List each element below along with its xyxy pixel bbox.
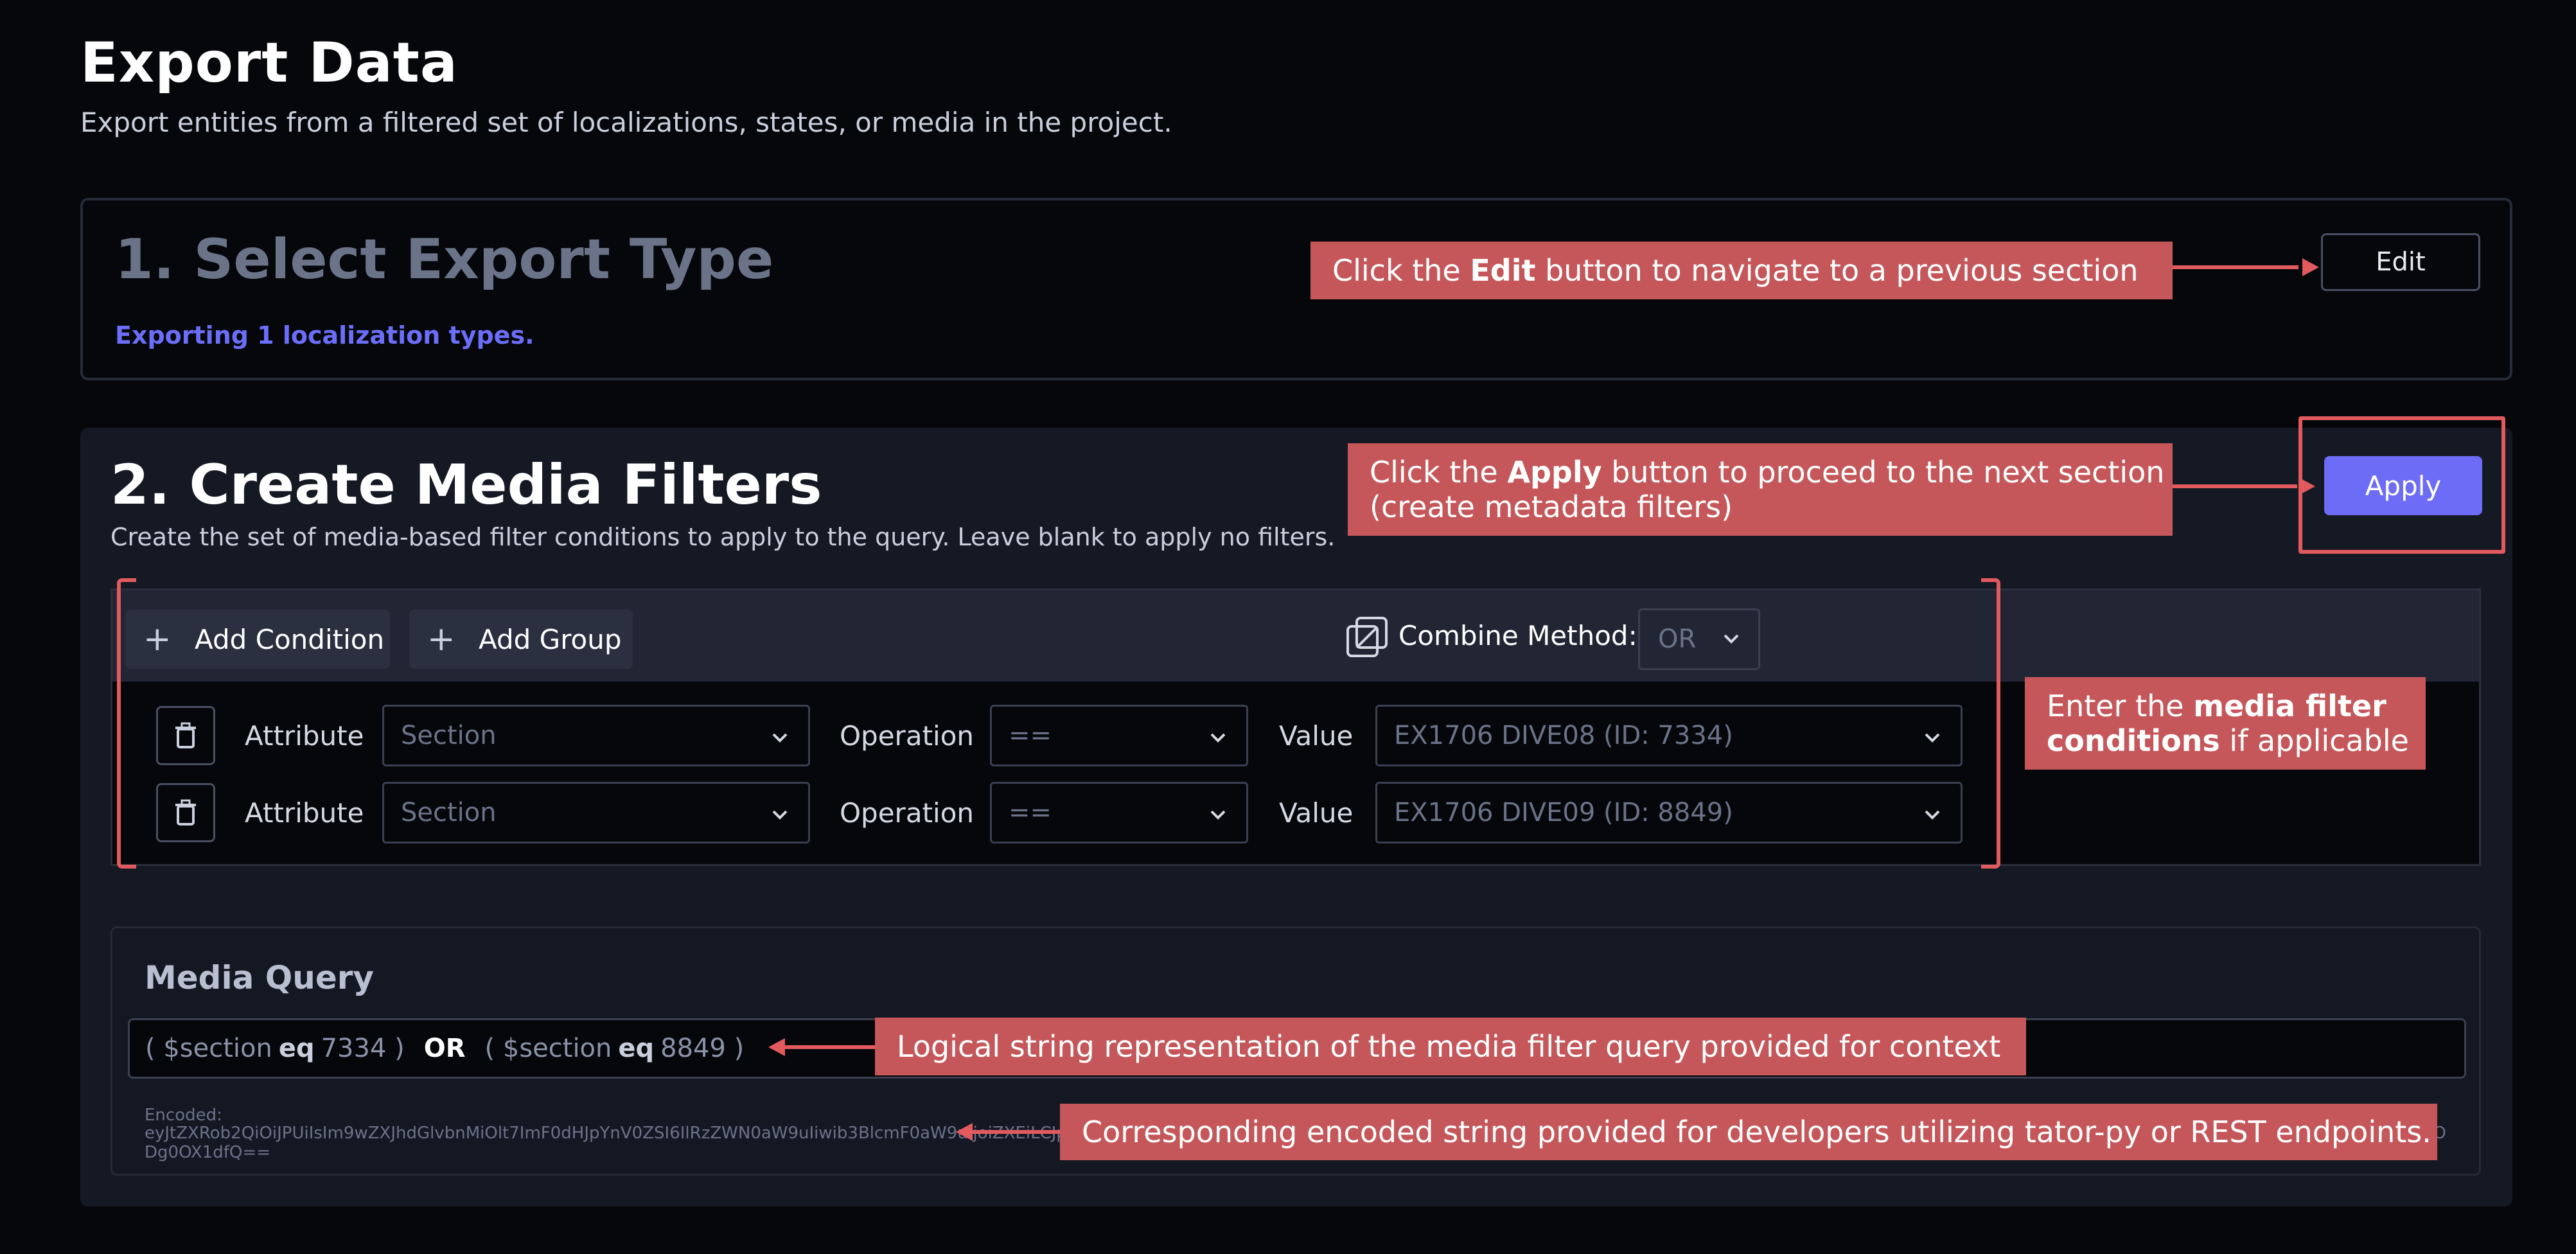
callout-text: if applicable [2219,723,2409,758]
add-condition-button[interactable]: + Add Condition [125,610,390,669]
query-operator: eq [278,1034,315,1063]
section2-title: 2. Create Media Filters [110,453,822,517]
value-select[interactable]: EX1706 DIVE09 (ID: 8849) [1375,782,1963,843]
callout-apply: Click the Apply button to proceed to the… [1348,443,2173,536]
value-value: EX1706 DIVE09 (ID: 8849) [1394,798,1733,827]
chevron-down-icon [1724,634,1739,644]
arrow-logical [784,1045,875,1049]
arrow-head [2298,477,2315,495]
section2-subtitle: Create the set of media-based filter con… [110,523,1336,551]
chevron-down-icon [1210,810,1226,820]
chevron-down-icon [772,733,788,743]
query-part: 7334 ) [321,1034,405,1063]
add-condition-label: Add Condition [195,623,385,655]
operation-value: == [1009,721,1052,750]
callout-text: Click the [1332,253,1470,288]
callout-bold: Edit [1470,253,1536,288]
apply-highlight-box [2298,416,2505,554]
attribute-value: Section [401,721,497,750]
query-part: ( $section [145,1034,272,1063]
trash-icon [175,799,196,826]
callout-logical-string: Logical string representation of the med… [875,1018,2026,1075]
arrow-head [2302,258,2319,276]
value-label: Value [1279,720,1354,752]
value-select[interactable]: EX1706 DIVE08 (ID: 7334) [1375,705,1963,766]
filter-bracket-left [117,578,136,869]
callout-bold: media filter [2193,689,2386,723]
export-type-summary: Exporting 1 localization types. [115,321,534,349]
value-label: Value [1279,797,1354,829]
media-query-title: Media Query [145,959,375,996]
page-subtitle: Export entities from a filtered set of l… [80,107,1172,138]
attribute-select[interactable]: Section [382,782,810,843]
plus-icon: + [143,620,172,658]
condition-row: Attribute Section Operation == Value EX1… [112,782,2479,843]
combine-method-select[interactable]: OR [1638,608,1760,670]
operation-select[interactable]: == [990,782,1248,843]
delete-condition-button[interactable] [156,783,215,842]
callout-text: Logical string representation of the med… [897,1029,2001,1064]
chevron-down-icon [1210,733,1226,743]
callout-bold: conditions [2047,723,2220,758]
edit-button[interactable]: Edit [2321,233,2480,291]
callout-text: Click the [1370,455,1508,490]
chevron-down-icon [1925,810,1940,820]
arrow-apply [2173,484,2297,488]
combine-method-value: OR [1658,624,1697,654]
page-title: Export Data [80,31,458,95]
callout-text: (create metadata filters) [1370,490,1733,524]
callout-filters: Enter the media filter conditions if app… [2025,677,2426,770]
arrow-encoded [971,1130,1060,1134]
callout-text: button to navigate to a previous section [1535,253,2139,288]
callout-edit: Click the Edit button to navigate to a p… [1310,242,2173,299]
callout-text: Enter the [2047,689,2194,723]
query-part: 8849 ) [660,1034,745,1063]
operation-value: == [1009,798,1052,827]
callout-bold: Apply [1507,455,1602,490]
callout-text: button to proceed to the next section [1601,455,2165,490]
section1-title: 1. Select Export Type [115,227,774,292]
export-data-page: Export Data Export entities from a filte… [0,0,2576,1254]
chevron-down-icon [1925,733,1940,743]
attribute-select[interactable]: Section [382,705,810,766]
callout-encoded-string: Corresponding encoded string provided fo… [1060,1104,2437,1160]
query-combiner: OR [423,1034,466,1063]
value-value: EX1706 DIVE08 (ID: 7334) [1394,721,1733,750]
arrow-head [956,1123,973,1141]
operation-label: Operation [840,797,975,829]
attribute-label: Attribute [245,797,364,829]
operation-select[interactable]: == [990,705,1248,766]
add-group-button[interactable]: + Add Group [409,610,633,669]
callout-text: Corresponding encoded string provided fo… [1082,1115,2431,1149]
arrow-edit [2173,265,2298,269]
query-part: ( $section [484,1034,612,1063]
operation-label: Operation [840,720,975,752]
delete-condition-button[interactable] [156,706,215,765]
trash-icon [175,722,196,748]
query-operator: eq [618,1034,655,1063]
combine-method-label: Combine Method: [1398,620,1637,651]
attribute-value: Section [401,798,497,827]
arrow-head [768,1038,785,1056]
plus-icon: + [427,620,455,658]
add-group-label: Add Group [479,623,622,655]
encoded-label: Encoded: [145,1106,222,1125]
combine-icon [1346,617,1388,657]
filter-bracket-right [1981,578,2000,869]
attribute-label: Attribute [245,720,364,752]
filter-toolbar: + Add Condition + Add Group Combine Meth… [112,590,2479,682]
chevron-down-icon [772,810,788,820]
